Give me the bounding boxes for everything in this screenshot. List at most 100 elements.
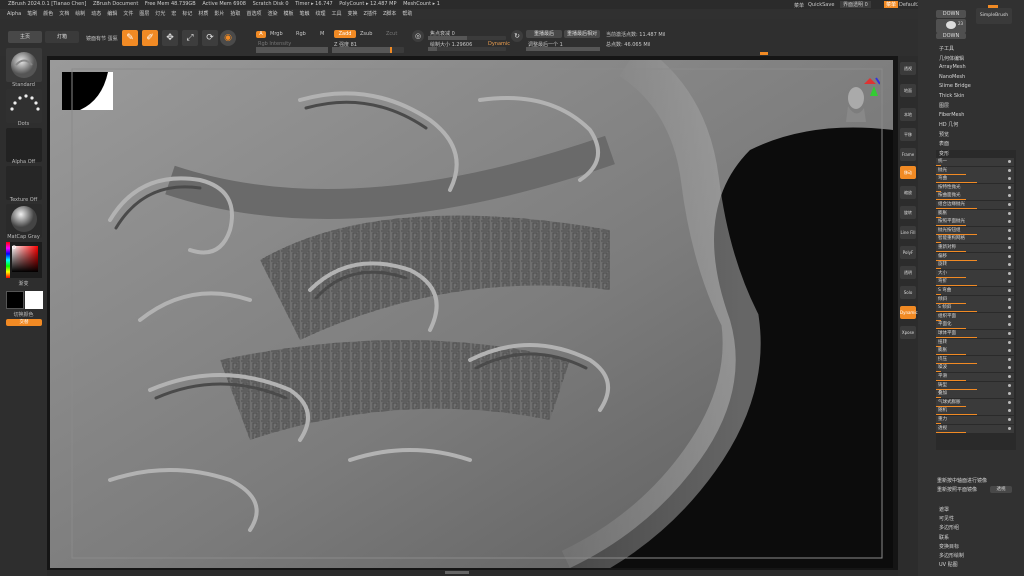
tool-bottom-item-6[interactable]: 变换目标: [939, 543, 959, 550]
deformation-row-5[interactable]: 组合边缘抛光: [936, 201, 1014, 209]
zsub-toggle[interactable]: Zsub: [360, 31, 372, 37]
deformation-row-13[interactable]: 大小: [936, 269, 1014, 278]
right-shelf-button-3[interactable]: 平移: [900, 128, 916, 141]
deformation-row-4[interactable]: 按曲面抛光: [936, 192, 1014, 201]
deformation-row-20[interactable]: 球体平面: [936, 330, 1014, 338]
deformation-row-16[interactable]: 倾斜: [936, 295, 1014, 304]
tool-menu-item-4[interactable]: Slime Bridge: [939, 83, 971, 89]
deformation-row-2[interactable]: 弯曲: [936, 175, 1014, 184]
deformation-row-26[interactable]: 铸型: [936, 381, 1014, 390]
deformation-row-25[interactable]: 平滑: [936, 373, 1014, 381]
menu-21[interactable]: 变换: [348, 11, 358, 17]
deformation-row-28[interactable]: 气球式膨胀: [936, 398, 1014, 407]
tool-bottom-item-8[interactable]: UV 贴图: [939, 561, 958, 568]
draw-button[interactable]: ✐: [142, 30, 158, 46]
deformation-row-31[interactable]: 透视: [936, 424, 1014, 433]
menu-1[interactable]: 笔刷: [27, 11, 37, 17]
right-shelf-button-8[interactable]: Line Fill: [900, 226, 916, 239]
menu-18[interactable]: 笔触: [299, 11, 309, 17]
menu-7[interactable]: 文件: [123, 11, 133, 17]
main-color-swatch[interactable]: [6, 291, 24, 309]
brush-slot-a[interactable]: DOWN: [936, 10, 966, 18]
rgb-toggle[interactable]: Rgb: [296, 31, 306, 37]
deformation-row-1[interactable]: 抛光: [936, 166, 1014, 175]
tool-menu-item-2[interactable]: ArrayMesh: [939, 64, 966, 70]
right-shelf-button-11[interactable]: Solo: [900, 286, 916, 299]
right-shelf-button-9[interactable]: PolyF: [900, 246, 916, 259]
deformation-row-21[interactable]: 扭转: [936, 338, 1014, 347]
right-shelf-button-12[interactable]: Dynamic: [900, 306, 918, 319]
lightbox-button[interactable]: 灯箱: [45, 31, 79, 43]
panel-resize-handle[interactable]: [988, 5, 998, 8]
deformation-row-slider[interactable]: [936, 431, 966, 433]
menu-4[interactable]: 绘制: [75, 11, 85, 17]
a-toggle[interactable]: A: [256, 31, 266, 38]
menu-0[interactable]: Alpha: [7, 11, 21, 17]
apply-button[interactable]: 透视: [990, 486, 1012, 493]
tool-menu-item-3[interactable]: NanoMesh: [939, 74, 965, 80]
menu-14[interactable]: 拾取: [230, 11, 240, 17]
right-shelf-button-13[interactable]: Xpose: [900, 326, 916, 339]
menu-16[interactable]: 渲染: [267, 11, 277, 17]
deformation-row-0[interactable]: 统一: [936, 158, 1014, 166]
menu-19[interactable]: 纹理: [316, 11, 326, 17]
secondary-color-swatch[interactable]: [25, 291, 43, 309]
right-shelf-button-4[interactable]: Frame: [900, 148, 916, 161]
rgb-intensity-slider[interactable]: [256, 47, 328, 53]
tool-menu-item-9[interactable]: 预览: [939, 131, 949, 138]
tool-bottom-item-3[interactable]: 可见性: [939, 515, 954, 522]
tool-bottom-item-7[interactable]: 多边形绘制: [939, 552, 964, 559]
rotate-button[interactable]: ⟳: [202, 30, 218, 46]
brush-thumbnail[interactable]: [6, 48, 42, 82]
z-intensity-slider[interactable]: [332, 47, 404, 53]
replay-button[interactable]: ↻: [511, 30, 523, 42]
menu-3[interactable]: 文档: [59, 11, 69, 17]
brush-slot-main[interactable]: 23: [936, 19, 966, 33]
deformation-row-9[interactable]: 智能重构网格: [936, 235, 1014, 244]
sculptris-button[interactable]: ◉: [220, 30, 236, 46]
deformation-row-29[interactable]: 随机: [936, 407, 1014, 416]
tool-bottom-item-2[interactable]: 遮罩: [939, 506, 949, 513]
deformation-row-22[interactable]: 膨胀: [936, 347, 1014, 356]
menu-5[interactable]: 动态: [91, 11, 101, 17]
tool-bottom-item-5[interactable]: 联系: [939, 534, 949, 541]
draw-size-slider[interactable]: [428, 47, 506, 51]
menu-13[interactable]: 影片: [214, 11, 224, 17]
simple-brush-button[interactable]: SimpleBrush: [976, 8, 1012, 24]
color-picker[interactable]: [6, 242, 42, 278]
deformation-row-19[interactable]: 平面化: [936, 321, 1014, 330]
zcut-toggle[interactable]: Zcut: [386, 31, 397, 37]
tray-handle[interactable]: [445, 571, 469, 574]
deformation-row-6[interactable]: 膨胀: [936, 209, 1014, 218]
stroke-thumbnail[interactable]: [6, 89, 42, 123]
menu-10[interactable]: 宏: [171, 11, 176, 17]
tool-menu-item-7[interactable]: FiberMesh: [939, 112, 964, 118]
shelf-resize-handle[interactable]: [760, 52, 768, 55]
deformation-row-14[interactable]: 弯折: [936, 278, 1014, 287]
brush-slot-b[interactable]: DOWN: [936, 33, 966, 39]
tool-bottom-item-4[interactable]: 多边形组: [939, 524, 959, 531]
material-thumbnail[interactable]: [6, 204, 42, 238]
move-button[interactable]: ✥: [162, 30, 178, 46]
right-shelf-button-10[interactable]: 透明: [900, 266, 916, 279]
deformation-row-24[interactable]: 噪波: [936, 364, 1014, 373]
deformation-row-12[interactable]: 旋转: [936, 261, 1014, 270]
deformation-row-3[interactable]: 按特性抛光: [936, 183, 1014, 192]
adjust-last-slider[interactable]: [526, 47, 600, 51]
right-shelf-button-7[interactable]: 旋转: [900, 206, 916, 219]
texture-thumbnail[interactable]: [6, 166, 42, 200]
deformation-row-15[interactable]: S 弯曲: [936, 287, 1014, 295]
menu-9[interactable]: 灯光: [155, 11, 165, 17]
deformation-row-30[interactable]: 重力: [936, 416, 1014, 424]
menu-17[interactable]: 模板: [283, 11, 293, 17]
right-shelf-button-6[interactable]: 缩放: [900, 186, 916, 199]
home-button[interactable]: 主页: [8, 31, 42, 43]
deformation-row-23[interactable]: 挤压: [936, 355, 1014, 364]
tool-menu-item-10[interactable]: 表面: [939, 140, 949, 147]
menu-23[interactable]: Z脚本: [383, 11, 396, 17]
deformation-row-7[interactable]: 按照平面抛光: [936, 218, 1014, 227]
focal-shift-slider[interactable]: [428, 36, 506, 40]
tool-bottom-item-0[interactable]: 重新按中轴面进行镜像: [937, 477, 987, 484]
replay-last-rel-button[interactable]: 重播最后相对: [564, 30, 600, 38]
menu-8[interactable]: 图层: [139, 11, 149, 17]
